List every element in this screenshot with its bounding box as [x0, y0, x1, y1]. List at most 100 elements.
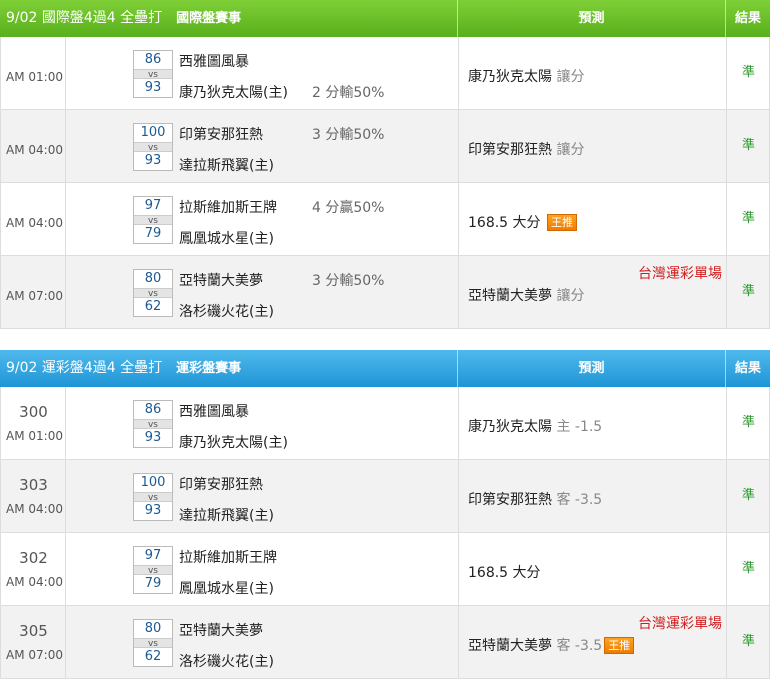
match-cell: 100 vs 93 印第安那狂熱 達拉斯飛翼(主) [66, 460, 459, 532]
result-cell: 準 [741, 211, 755, 226]
vs-label: vs [134, 565, 172, 576]
match-cell: 97 vs 79 拉斯維加斯王牌 鳳凰城水星(主) 4 分贏50% [66, 183, 459, 255]
tw-result-header: 結果 [734, 361, 761, 376]
score-home: 93 [144, 80, 162, 95]
tw-section: 9/02 運彩盤4過4 全壘打 運彩盤賽事 預測 結果 300 AM 01:00 … [0, 350, 770, 679]
table-row: 300 AM 01:00 86 vs 93 西雅圖風暴 康乃狄克太陽(主) 康乃… [0, 387, 770, 460]
game-number: 302 [19, 549, 48, 567]
prediction-cell: 台灣運彩單場 亞特蘭大美夢 讓分 [459, 256, 727, 328]
match-cell: 97 vs 79 拉斯維加斯王牌 鳳凰城水星(主) [66, 533, 459, 605]
score-away: 97 [144, 548, 162, 563]
game-time: AM 01:00 [6, 70, 63, 84]
vs-label: vs [134, 288, 172, 299]
team-away: 亞特蘭大美夢 [179, 623, 263, 639]
table-row: 302 AM 04:00 97 vs 79 拉斯維加斯王牌 鳳凰城水星(主) 1… [0, 533, 770, 606]
prediction-pick: 康乃狄克太陽 [468, 419, 552, 435]
team-home: 鳳凰城水星(主) [179, 581, 274, 597]
prediction-text: 168.5 大分 王推 [468, 212, 577, 232]
score-away: 100 [140, 125, 166, 140]
tw-title: 9/02 運彩盤4過4 全壘打 [6, 360, 163, 376]
sport-lottery-note: 台灣運彩單場 [638, 616, 722, 632]
prediction-cell: 台灣運彩單場 亞特蘭大美夢 客 -3.5 王推 [459, 606, 727, 678]
result-cell: 準 [741, 488, 755, 503]
game-time: AM 04:00 [6, 502, 63, 516]
prediction-pick: 印第安那狂熱 [468, 492, 552, 508]
score-box: 80 vs 62 [133, 269, 173, 317]
team-home: 鳳凰城水星(主) [179, 231, 274, 247]
result-cell: 準 [741, 65, 755, 80]
time-cell: AM 07:00 [1, 256, 66, 328]
team-away: 拉斯維加斯王牌 [179, 200, 277, 216]
intl-prediction-header: 預測 [458, 0, 726, 37]
score-box: 97 vs 79 [133, 546, 173, 594]
prediction-text: 168.5 大分 [468, 562, 541, 582]
result-cell: 準 [741, 634, 755, 649]
score-home: 93 [144, 153, 162, 168]
score-home: 62 [144, 649, 162, 664]
game-time: AM 04:00 [6, 143, 63, 157]
prediction-text: 康乃狄克太陽 讓分 [468, 66, 584, 86]
table-row: 303 AM 04:00 100 vs 93 印第安那狂熱 達拉斯飛翼(主) 印… [0, 460, 770, 533]
result-cell: 準 [741, 561, 755, 576]
result-cell: 準 [741, 415, 755, 430]
vs-label: vs [134, 142, 172, 153]
prediction-mark: 讓分 [556, 69, 585, 85]
score-away: 86 [144, 52, 162, 67]
match-cell: 80 vs 62 亞特蘭大美夢 洛杉磯火花(主) 3 分輸50% [66, 256, 459, 328]
team-home: 達拉斯飛翼(主) [179, 508, 274, 524]
prediction-mark: 客 -3.5 [556, 492, 603, 508]
time-cell: AM 01:00 [1, 37, 66, 109]
prediction-text: 康乃狄克太陽 主 -1.5 [468, 416, 602, 436]
odds-away: 3 分輸50% [312, 273, 385, 289]
prediction-pick: 168.5 大分 [468, 565, 541, 581]
sport-lottery-note: 台灣運彩單場 [638, 266, 722, 282]
game-number: 303 [19, 476, 48, 494]
result-cell: 準 [741, 138, 755, 153]
score-box: 86 vs 93 [133, 400, 173, 448]
prediction-text: 亞特蘭大美夢 客 -3.5 王推 [468, 635, 635, 655]
score-box: 86 vs 93 [133, 50, 173, 98]
table-row: 305 AM 07:00 80 vs 62 亞特蘭大美夢 洛杉磯火花(主) 台灣… [0, 606, 770, 679]
score-home: 93 [144, 430, 162, 445]
prediction-pick: 亞特蘭大美夢 [468, 288, 552, 304]
score-box: 100 vs 93 [133, 473, 173, 521]
intl-rows: AM 01:00 86 vs 93 西雅圖風暴 康乃狄克太陽(主) 2 分輸50… [0, 37, 770, 329]
prediction-mark: 主 -1.5 [556, 419, 603, 435]
odds-away: 4 分贏50% [312, 200, 385, 216]
time-cell: AM 04:00 [1, 110, 66, 182]
tw-header: 9/02 運彩盤4過4 全壘打 運彩盤賽事 預測 結果 [0, 350, 770, 387]
tw-header-title-cell: 9/02 運彩盤4過4 全壘打 運彩盤賽事 [0, 350, 458, 387]
prediction-text: 亞特蘭大美夢 讓分 [468, 285, 584, 305]
team-away: 西雅圖風暴 [179, 404, 249, 420]
score-away: 97 [144, 198, 162, 213]
intl-section: 9/02 國際盤4過4 全壘打 國際盤賽事 預測 結果 AM 01:00 86 v… [0, 0, 770, 329]
prediction-mark: 讓分 [556, 288, 585, 304]
score-home: 62 [144, 299, 162, 314]
intl-result-header: 結果 [734, 11, 761, 26]
game-number: 305 [19, 622, 48, 640]
team-away: 亞特蘭大美夢 [179, 273, 263, 289]
score-home: 79 [144, 576, 162, 591]
time-cell: 302 AM 04:00 [1, 533, 66, 605]
prediction-text: 印第安那狂熱 讓分 [468, 139, 584, 159]
team-home: 康乃狄克太陽(主) [179, 85, 288, 101]
score-away: 86 [144, 402, 162, 417]
game-time: AM 04:00 [6, 575, 63, 589]
prediction-pick: 印第安那狂熱 [468, 142, 552, 158]
vs-label: vs [134, 69, 172, 80]
prediction-cell: 168.5 大分 [459, 533, 727, 605]
tw-subtitle: 運彩盤賽事 [176, 361, 242, 376]
team-away: 印第安那狂熱 [179, 127, 263, 143]
prediction-cell: 康乃狄克太陽 主 -1.5 [459, 387, 727, 459]
score-home: 79 [144, 226, 162, 241]
prediction-pick: 康乃狄克太陽 [468, 69, 552, 85]
odds-home: 2 分輸50% [312, 85, 385, 101]
vs-label: vs [134, 215, 172, 226]
tw-prediction-header: 預測 [458, 350, 726, 387]
score-away: 80 [144, 621, 162, 636]
score-away: 80 [144, 271, 162, 286]
table-row: AM 07:00 80 vs 62 亞特蘭大美夢 洛杉磯火花(主) 3 分輸50… [0, 256, 770, 329]
table-row: AM 01:00 86 vs 93 西雅圖風暴 康乃狄克太陽(主) 2 分輸50… [0, 37, 770, 110]
prediction-cell: 康乃狄克太陽 讓分 [459, 37, 727, 109]
game-time: AM 04:00 [6, 216, 63, 230]
